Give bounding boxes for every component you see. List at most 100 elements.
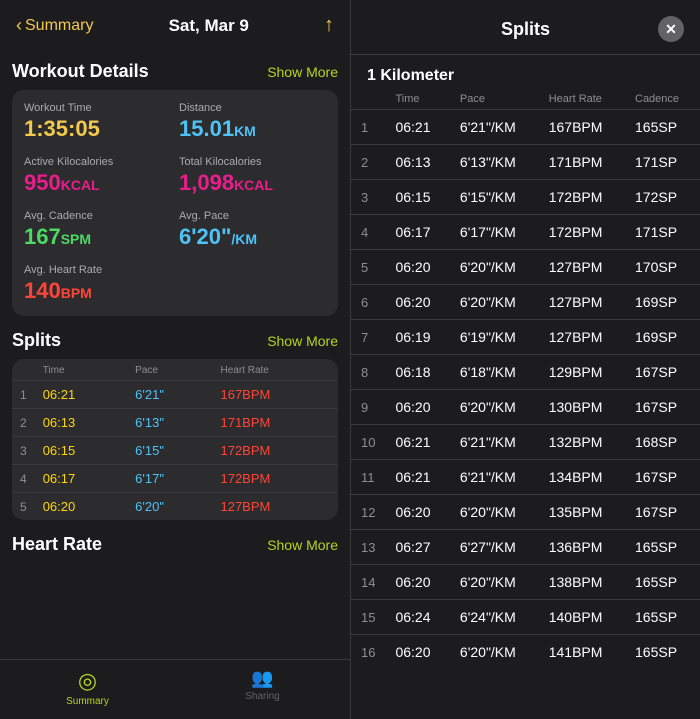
metric-avg-pace: Avg. Pace 6'20"/KM [179,210,326,250]
table-row: 3 06:15 6'15"/KM 172BPM 172SP [351,180,700,215]
split-num: 16 [351,635,385,670]
metric-value-time: 1:35:05 [24,116,171,142]
splits-show-more[interactable]: Show More [267,333,338,349]
split-cad: 165SP [625,635,700,670]
metric-active-kcal: Active Kilocalories 950KCAL [24,156,171,196]
workout-details-header: Workout Details Show More [12,61,338,82]
col-pace: Pace [450,89,539,110]
split-num: 5 [12,493,35,521]
tab-sharing[interactable]: 👥 Sharing [175,668,350,707]
table-row: 10 06:21 6'21"/KM 132BPM 168SP [351,425,700,460]
split-hr: 127BPM [539,285,625,320]
split-cad: 165SP [625,565,700,600]
right-content: 1 Kilometer Time Pace Heart Rate Cadence… [351,55,700,719]
table-row: 6 06:20 6'20"/KM 127BPM 169SP [351,285,700,320]
split-num: 15 [351,600,385,635]
metric-label: Active Kilocalories [24,156,171,168]
split-hr: 172BPM [212,465,338,493]
col-pace: Pace [127,359,212,381]
metric-total-kcal: Total Kilocalories 1,098KCAL [179,156,326,196]
heart-rate-header: Heart Rate Show More [12,534,338,555]
split-time: 06:21 [35,381,127,409]
splits-card: Time Pace Heart Rate 1 06:21 6'21" 167BP… [12,359,338,520]
split-num: 9 [351,390,385,425]
split-hr: 127BPM [539,320,625,355]
heart-rate-title: Heart Rate [12,534,102,555]
table-row: 3 06:15 6'15" 172BPM [12,437,338,465]
split-num: 2 [351,145,385,180]
split-time: 06:20 [385,250,449,285]
metric-distance: Distance 15.01KM [179,102,326,142]
heart-rate-show-more[interactable]: Show More [267,537,338,553]
split-cad: 169SP [625,320,700,355]
sharing-icon: 👥 [251,668,273,689]
workout-details-title: Workout Details [12,61,149,82]
split-time: 06:15 [385,180,449,215]
table-row: 9 06:20 6'20"/KM 130BPM 167SP [351,390,700,425]
metric-value-cadence: 167SPM [24,224,171,250]
table-row: 11 06:21 6'21"/KM 134BPM 167SP [351,460,700,495]
col-hr: Heart Rate [212,359,338,381]
col-time: Time [35,359,127,381]
split-num: 3 [12,437,35,465]
col-hr: Heart Rate [539,89,625,110]
table-row: 4 06:17 6'17" 172BPM [12,465,338,493]
metric-label: Total Kilocalories [179,156,326,168]
split-cad: 167SP [625,390,700,425]
splits-section-header: Splits Show More [12,330,338,351]
split-pace: 6'20" [127,493,212,521]
right-title: Splits [393,19,658,40]
metric-label: Distance [179,102,326,114]
back-button[interactable]: ‹ Summary [16,15,93,36]
split-cad: 167SP [625,460,700,495]
tab-bar: ◎ Summary 👥 Sharing [0,659,350,719]
split-hr: 138BPM [539,565,625,600]
split-time: 06:13 [385,145,449,180]
split-hr: 172BPM [212,437,338,465]
split-time: 06:21 [385,110,449,145]
split-hr: 172BPM [539,180,625,215]
split-pace: 6'21"/KM [450,460,539,495]
split-pace: 6'18"/KM [450,355,539,390]
split-cad: 170SP [625,250,700,285]
right-header: Splits ✕ [351,0,700,55]
table-row: 1 06:21 6'21" 167BPM [12,381,338,409]
close-button[interactable]: ✕ [658,16,684,42]
table-row: 16 06:20 6'20"/KM 141BPM 165SP [351,635,700,670]
share-icon[interactable]: ↑ [324,14,334,37]
km-label: 1 Kilometer [351,55,700,89]
split-num: 8 [351,355,385,390]
split-num: 11 [351,460,385,495]
split-num: 4 [351,215,385,250]
table-row: 8 06:18 6'18"/KM 129BPM 167SP [351,355,700,390]
table-row: 1 06:21 6'21"/KM 167BPM 165SP [351,110,700,145]
split-pace: 6'13"/KM [450,145,539,180]
tab-summary[interactable]: ◎ Summary [0,668,175,707]
split-time: 06:27 [385,530,449,565]
table-row: 2 06:13 6'13" 171BPM [12,409,338,437]
split-cad: 167SP [625,495,700,530]
split-num: 13 [351,530,385,565]
split-pace: 6'17"/KM [450,215,539,250]
split-time: 06:21 [385,425,449,460]
split-pace: 6'20"/KM [450,390,539,425]
split-pace: 6'21"/KM [450,425,539,460]
split-hr: 127BPM [539,250,625,285]
split-time: 06:20 [35,493,127,521]
metric-value-distance: 15.01KM [179,116,326,142]
split-hr: 136BPM [539,530,625,565]
workout-details-show-more[interactable]: Show More [267,64,338,80]
left-panel: ‹ Summary Sat, Mar 9 ↑ Workout Details S… [0,0,350,719]
split-hr: 135BPM [539,495,625,530]
workout-card: Workout Time 1:35:05 Distance 15.01KM Ac… [12,90,338,316]
metric-workout-time: Workout Time 1:35:05 [24,102,171,142]
split-pace: 6'20"/KM [450,495,539,530]
split-pace: 6'20"/KM [450,635,539,670]
close-icon: ✕ [665,21,677,38]
split-num: 4 [12,465,35,493]
split-pace: 6'15"/KM [450,180,539,215]
workout-grid: Workout Time 1:35:05 Distance 15.01KM Ac… [24,102,326,304]
split-time: 06:18 [385,355,449,390]
split-hr: 140BPM [539,600,625,635]
split-time: 06:20 [385,635,449,670]
